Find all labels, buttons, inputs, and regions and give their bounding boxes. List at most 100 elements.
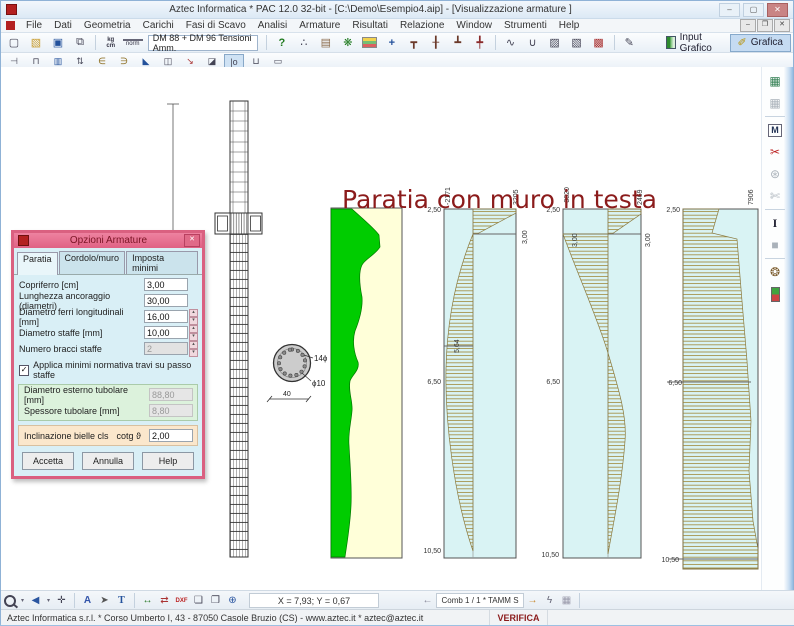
back-dropdown-icon[interactable]: ▾ bbox=[45, 593, 52, 608]
pile-head-icon[interactable]: ┳ bbox=[404, 35, 424, 51]
main-toolbar: ▢ ▧ ▣ ⧉ kg cm norm DM 88 + DM 96 Tension… bbox=[1, 33, 793, 53]
menu-bar: File Dati Geometria Carichi Fasi di Scav… bbox=[1, 19, 793, 33]
grafica-button[interactable]: ✐ Grafica bbox=[730, 34, 791, 52]
moment-depth-564: 5,64 bbox=[454, 339, 461, 353]
copriferro-input[interactable] bbox=[144, 278, 188, 291]
diametro-staffe-input[interactable] bbox=[144, 326, 188, 339]
open-folder-icon[interactable]: ▧ bbox=[26, 35, 46, 51]
separator bbox=[266, 35, 267, 50]
channel-icon[interactable]: ∪ bbox=[523, 35, 543, 51]
vegetation-icon[interactable]: ❋ bbox=[338, 35, 358, 51]
ibeam-icon[interactable]: I bbox=[764, 212, 786, 234]
flash-icon[interactable]: ϟ bbox=[542, 593, 557, 608]
disp-depth-250: 2,50 bbox=[666, 207, 680, 214]
units-kgcm-icon[interactable]: kg cm bbox=[101, 35, 121, 51]
menu-strumenti[interactable]: Strumenti bbox=[498, 20, 553, 31]
wall-stem bbox=[230, 101, 248, 213]
zoom-dropdown-icon[interactable]: ▾ bbox=[19, 593, 26, 608]
notes-icon[interactable]: ✎ bbox=[619, 35, 639, 51]
delete-rebar-icon[interactable]: ✂ bbox=[764, 141, 786, 163]
pile-base-icon[interactable]: ┻ bbox=[448, 35, 468, 51]
hatch-delete-icon[interactable]: ▩ bbox=[589, 35, 609, 51]
spin-down-icon[interactable]: ▾ bbox=[189, 317, 198, 325]
mdi-close-button[interactable]: ✕ bbox=[774, 19, 790, 32]
dialog-title: Opzioni Armature bbox=[33, 235, 184, 246]
tab-cordolo-muro[interactable]: Cordolo/muro bbox=[59, 251, 126, 274]
menu-risultati[interactable]: Risultati bbox=[346, 20, 394, 31]
checkbox-checked-icon[interactable]: ✓ bbox=[19, 365, 29, 376]
next-combination-icon[interactable]: → bbox=[525, 593, 540, 608]
options-gear-icon[interactable]: ❂ bbox=[764, 261, 786, 283]
menu-armature[interactable]: Armature bbox=[293, 20, 346, 31]
save-icon[interactable]: ▣ bbox=[48, 35, 68, 51]
copy-icon[interactable]: ⧉ bbox=[70, 35, 90, 51]
normative-icon[interactable]: norm bbox=[123, 39, 143, 47]
bielle-input[interactable] bbox=[149, 429, 193, 442]
pile-anchor-icon[interactable]: ╇ bbox=[470, 35, 490, 51]
menu-dati[interactable]: Dati bbox=[48, 20, 78, 31]
input-grafico-button[interactable]: Input Grafico bbox=[659, 35, 725, 51]
ancoraggio-input[interactable] bbox=[144, 294, 188, 307]
menu-carichi[interactable]: Carichi bbox=[137, 20, 180, 31]
mdi-restore-button[interactable]: ❐ bbox=[757, 19, 773, 32]
print-preview-icon[interactable]: ❐ bbox=[208, 593, 223, 608]
nodes-icon[interactable]: ∴ bbox=[294, 35, 314, 51]
font-icon[interactable]: A bbox=[80, 593, 95, 608]
status-empty-cell bbox=[548, 610, 794, 625]
minimi-normativa-checkbox-row[interactable]: ✓ Applica minimi normativa travi su pass… bbox=[19, 360, 198, 380]
pointer-icon[interactable]: ➤ bbox=[97, 593, 112, 608]
dialog-close-button[interactable]: ✕ bbox=[184, 234, 200, 247]
app-icon bbox=[6, 4, 17, 15]
mdi-minimize-button[interactable]: – bbox=[740, 19, 756, 32]
maximize-button[interactable]: ▢ bbox=[743, 3, 764, 17]
diametro-staffe-spinner[interactable]: ▴ ▾ bbox=[189, 325, 198, 341]
report-m-icon[interactable]: M bbox=[764, 119, 786, 141]
accetta-button[interactable]: Accetta bbox=[22, 452, 74, 470]
spin-down-icon[interactable]: ▾ bbox=[189, 333, 198, 341]
dimension-icon[interactable]: ⇄ bbox=[157, 593, 172, 608]
menu-geometria[interactable]: Geometria bbox=[78, 20, 137, 31]
pile-section-icon[interactable]: ╂ bbox=[426, 35, 446, 51]
spin-up-icon[interactable]: ▴ bbox=[189, 309, 198, 317]
pan-icon[interactable]: ✛ bbox=[54, 593, 69, 608]
grid-view-icon[interactable]: ▦ bbox=[559, 593, 574, 608]
bottom-toolbar: ▾ ◀ ▾ ✛ A ➤ T ↔ ⇄ DXF ❏ ❐ ⊕ X = 7,93; Y … bbox=[1, 590, 794, 610]
text-tool-icon[interactable]: T bbox=[114, 593, 129, 608]
menu-window[interactable]: Window bbox=[450, 20, 498, 31]
minimize-button[interactable]: – bbox=[719, 3, 740, 17]
diametro-ferri-input[interactable] bbox=[144, 310, 188, 323]
colorbar-icon[interactable] bbox=[764, 283, 786, 305]
hatch-section-icon[interactable]: ▨ bbox=[545, 35, 565, 51]
diametro-ferri-spinner[interactable]: ▴ ▾ bbox=[189, 309, 198, 325]
tab-paratia[interactable]: Paratia bbox=[17, 252, 58, 275]
normative-combo[interactable]: DM 88 + DM 96 Tensioni Amm. bbox=[148, 35, 258, 51]
tab-imposta-minimi[interactable]: Imposta minimi bbox=[126, 251, 198, 274]
spessore-tubolare-value: 8,80 bbox=[149, 404, 193, 417]
menu-analisi[interactable]: Analisi bbox=[252, 20, 293, 31]
report-icon[interactable]: ❏ bbox=[191, 593, 206, 608]
menu-file[interactable]: File bbox=[20, 20, 48, 31]
dxf-export-icon[interactable]: DXF bbox=[174, 593, 189, 608]
help-button[interactable]: Help bbox=[142, 452, 194, 470]
menu-relazione[interactable]: Relazione bbox=[394, 20, 450, 31]
measure-icon[interactable]: ↔ bbox=[140, 593, 155, 608]
new-file-icon[interactable]: ▢ bbox=[4, 35, 24, 51]
combination-box[interactable]: Comb 1 / 1 * TAMM S bbox=[436, 593, 524, 608]
hatch-wall-icon[interactable]: ▧ bbox=[567, 35, 587, 51]
close-button[interactable]: ✕ bbox=[767, 3, 788, 17]
soil-layers-icon[interactable] bbox=[360, 35, 380, 51]
spin-up-icon[interactable]: ▴ bbox=[189, 325, 198, 333]
zoom-icon[interactable] bbox=[2, 593, 17, 608]
axes-icon[interactable]: + bbox=[382, 35, 402, 51]
brick-wall-icon[interactable]: ▤ bbox=[316, 35, 336, 51]
dialog-title-bar[interactable]: Opzioni Armature ✕ bbox=[14, 233, 202, 248]
prev-combination-icon[interactable]: ← bbox=[420, 593, 435, 608]
menu-fasi-di-scavo[interactable]: Fasi di Scavo bbox=[180, 20, 252, 31]
menu-help[interactable]: Help bbox=[553, 20, 586, 31]
annulla-button[interactable]: Annulla bbox=[82, 452, 134, 470]
wall-query-icon[interactable]: ? bbox=[272, 35, 292, 51]
rebar-table-icon[interactable]: ▦ bbox=[764, 70, 786, 92]
globe-icon[interactable]: ⊕ bbox=[225, 593, 240, 608]
spring-icon[interactable]: ∿ bbox=[501, 35, 521, 51]
back-icon[interactable]: ◀ bbox=[28, 593, 43, 608]
